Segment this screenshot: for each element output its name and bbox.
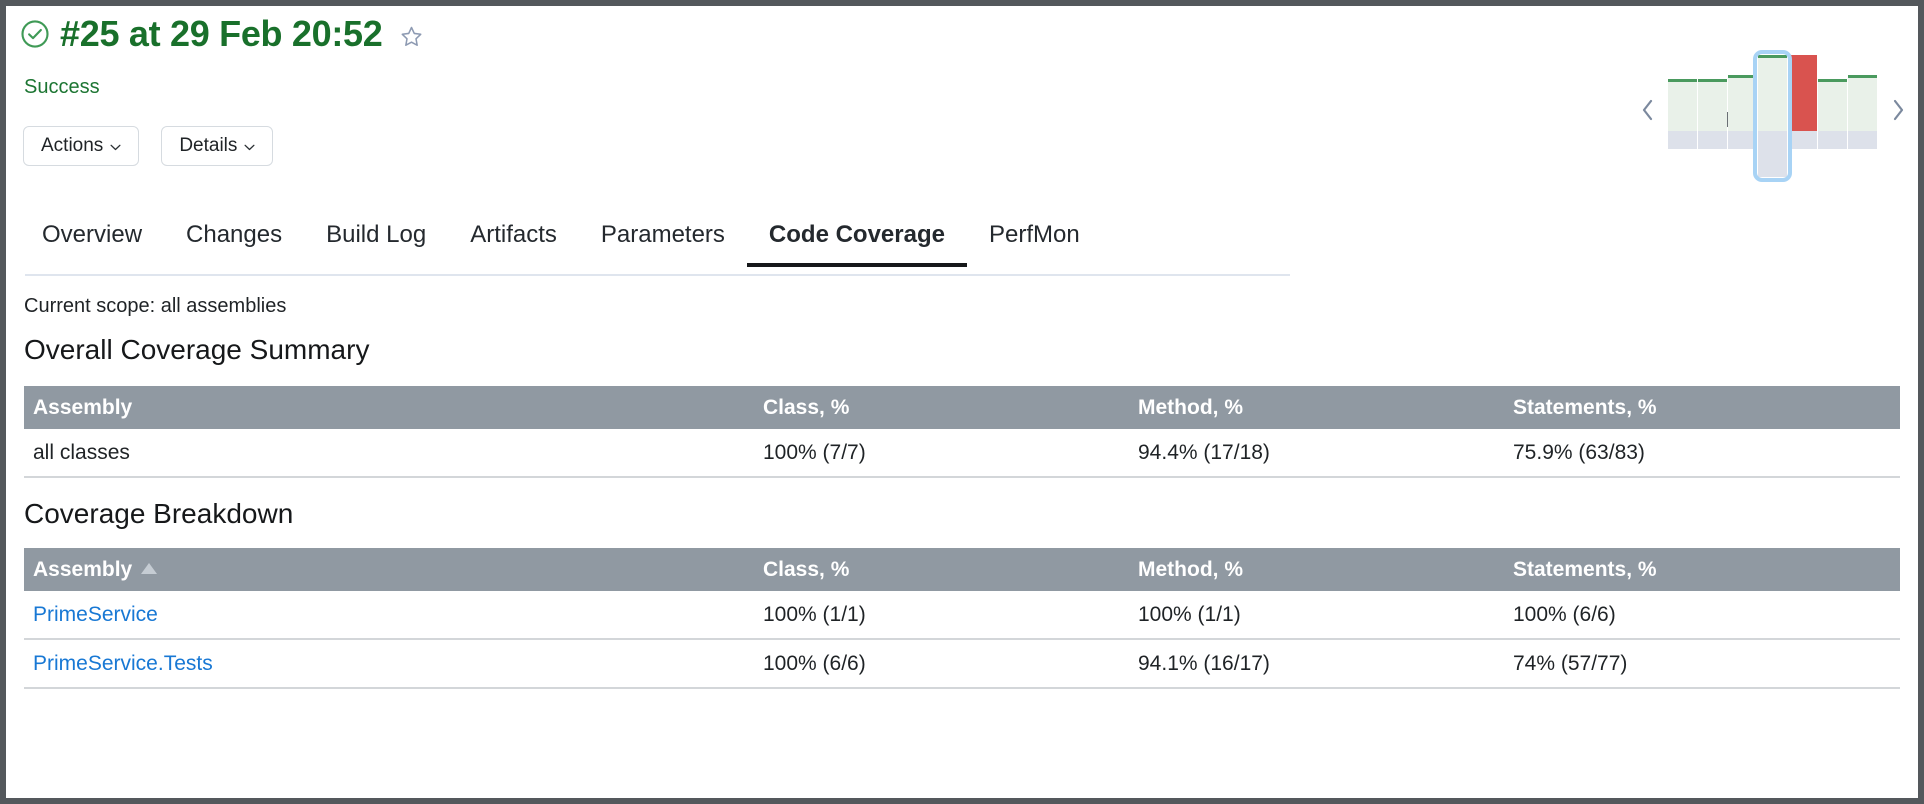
build-history-bar-duration [1758,131,1787,177]
tab-bar: OverviewChangesBuild LogArtifactsParamet… [6,221,1918,279]
assembly-link[interactable]: PrimeService.Tests [33,652,213,675]
tab-artifacts[interactable]: Artifacts [448,221,579,267]
build-history-bar-success [1758,55,1787,131]
tab-perfmon[interactable]: PerfMon [967,221,1102,267]
overall-coverage-table: Assembly Class, % Method, % Statements, … [24,386,1900,478]
actions-button[interactable]: Actions [23,126,139,166]
build-history-bar[interactable] [1848,75,1877,131]
chevron-left-icon[interactable] [1640,99,1656,121]
table-header-row: Assembly Class, % Method, % Statements, … [24,386,1900,429]
build-history-bar-success [1668,79,1697,131]
table-row: PrimeService.Tests 100% (6/6)94.1% (16/17… [24,639,1900,688]
build-history-bar-success [1818,79,1847,131]
build-history-bar-success [1698,79,1727,131]
details-button-label: Details [179,135,237,157]
overall-coverage-title: Overall Coverage Summary [24,334,369,366]
build-history-bar-failure [1788,55,1817,131]
coverage-breakdown-table: Assembly Class, % Method, % Statements, … [24,548,1900,689]
tab-overview[interactable]: Overview [20,221,164,267]
build-history-bar-duration [1698,131,1727,149]
tab-underline [25,274,1290,276]
tab-build-log[interactable]: Build Log [304,221,448,267]
column-header-assembly-label: Assembly [33,558,132,581]
build-history-bar[interactable] [1698,79,1727,131]
cell-method-pct: 94.1% (16/17) [1138,639,1513,688]
build-history-bar[interactable] [1758,55,1787,131]
tab-changes[interactable]: Changes [164,221,304,267]
build-results-page: #25 at 29 Feb 20:52 Success Actions Deta… [6,6,1918,798]
column-header-class[interactable]: Class, % [763,548,1138,591]
column-header-statements[interactable]: Statements, % [1513,386,1900,429]
cell-class-pct: 100% (7/7) [763,429,1138,477]
build-history-bar-success [1728,75,1757,131]
current-scope-text: Current scope: all assemblies [24,295,286,318]
chevron-down-icon [244,144,255,151]
cell-statements-pct: 75.9% (63/83) [1513,429,1900,477]
chevron-down-icon [110,144,121,151]
cell-statements-pct: 74% (57/77) [1513,639,1900,688]
column-header-statements[interactable]: Statements, % [1513,548,1900,591]
tab-strip: OverviewChangesBuild LogArtifactsParamet… [20,221,1102,267]
table-header-row: Assembly Class, % Method, % Statements, … [24,548,1900,591]
build-history-bar[interactable] [1788,55,1817,131]
build-title-row: #25 at 29 Feb 20:52 [20,16,423,52]
cell-class-pct: 100% (1/1) [763,591,1138,639]
build-status-text: Success [24,76,100,99]
cell-assembly: all classes [24,429,763,477]
coverage-breakdown-title: Coverage Breakdown [24,498,293,530]
build-history-bar[interactable] [1668,79,1697,131]
cell-statements-pct: 100% (6/6) [1513,591,1900,639]
column-header-class[interactable]: Class, % [763,386,1138,429]
build-history-bar-duration [1788,131,1817,149]
build-history-bar-duration [1668,131,1697,149]
build-header: #25 at 29 Feb 20:52 Success Actions Deta… [6,6,1918,181]
header-button-row: Actions Details [23,126,273,166]
build-history-bar-duration [1728,131,1757,149]
column-header-method[interactable]: Method, % [1138,386,1513,429]
cell-method-pct: 94.4% (17/18) [1138,429,1513,477]
build-history-bar-duration [1848,131,1877,149]
tab-parameters[interactable]: Parameters [579,221,747,267]
table-row: PrimeService100% (1/1)100% (1/1)100% (6/… [24,591,1900,639]
cell-assembly: PrimeService [24,591,763,639]
chevron-right-icon[interactable] [1890,99,1906,121]
column-header-method[interactable]: Method, % [1138,548,1513,591]
build-history-bars: 29 Feb [1668,24,1878,149]
details-button[interactable]: Details [161,126,273,166]
build-history-widget: 29 Feb [1638,24,1908,149]
column-header-assembly[interactable]: Assembly [24,386,763,429]
cell-method-pct: 100% (1/1) [1138,591,1513,639]
star-icon[interactable] [400,25,423,48]
column-header-assembly[interactable]: Assembly [24,548,763,591]
cell-class-pct: 100% (6/6) [763,639,1138,688]
tab-code-coverage[interactable]: Code Coverage [747,221,967,267]
sort-ascending-icon [141,563,157,574]
table-row: all classes100% (7/7)94.4% (17/18)75.9% … [24,429,1900,477]
page-title: #25 at 29 Feb 20:52 [60,16,383,52]
cell-assembly: PrimeService.Tests [24,639,763,688]
build-history-bar[interactable] [1728,75,1757,131]
build-history-bar-success [1848,75,1877,131]
build-history-bar[interactable] [1818,79,1847,131]
assembly-link[interactable]: PrimeService [33,603,158,626]
check-circle-icon [20,19,50,49]
build-history-bar-duration [1818,131,1847,149]
actions-button-label: Actions [41,135,103,157]
